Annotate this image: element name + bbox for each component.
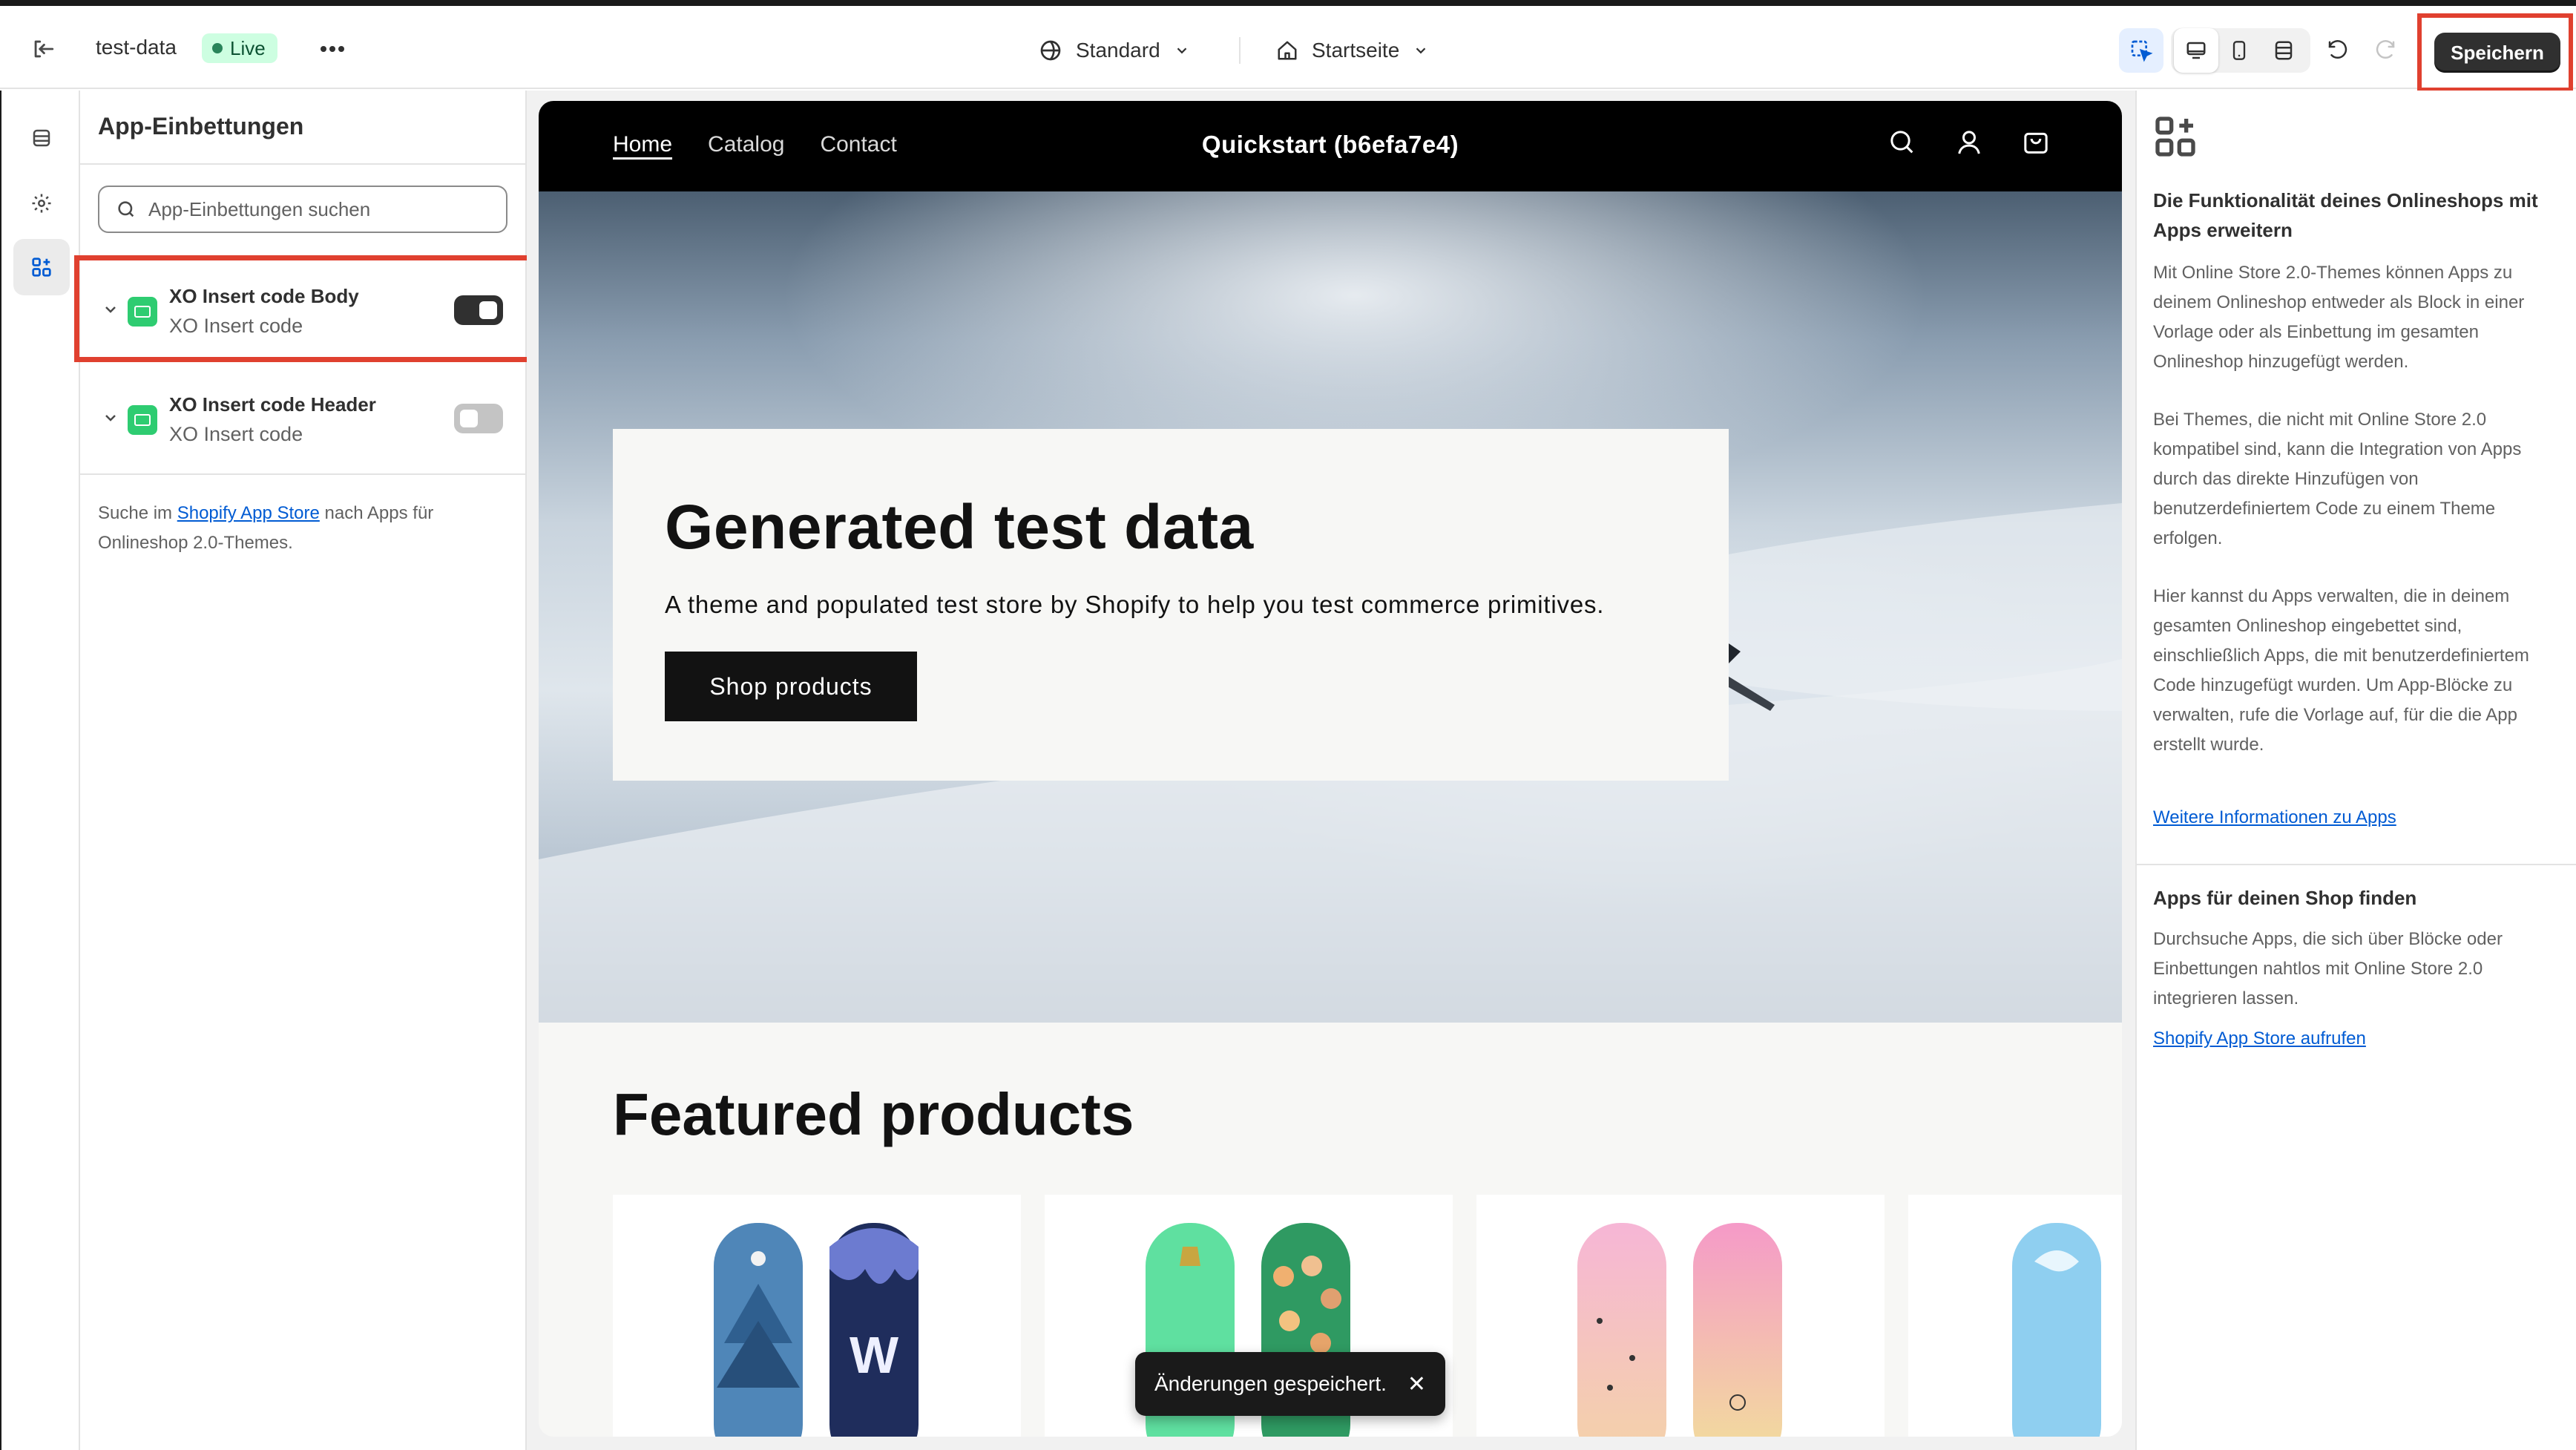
app-store-hint-prefix: Suche im	[98, 503, 177, 523]
app-embed-app-name: XO Insert code	[169, 423, 303, 445]
shop-products-button[interactable]: Shop products	[665, 652, 917, 721]
mobile-icon	[2232, 41, 2246, 60]
home-icon	[1278, 41, 1297, 60]
storefront-preview: Home Catalog Contact Quickstart (b6efa7e…	[539, 101, 2122, 1437]
saved-toast: Änderungen gespeichert. ✕	[1135, 1352, 1445, 1416]
gear-icon	[32, 194, 51, 213]
search-icon	[118, 201, 134, 217]
undo-icon	[2328, 40, 2347, 59]
globe-icon	[1040, 40, 1061, 61]
save-button[interactable]: Speichern	[2434, 33, 2560, 73]
topbar-divider	[1239, 37, 1241, 64]
sections-icon	[33, 129, 50, 147]
product-card[interactable]	[1476, 1195, 1885, 1437]
sections-nav-button[interactable]	[13, 110, 70, 166]
store-search-icon[interactable]	[1886, 126, 1919, 159]
left-icon-rail	[0, 91, 80, 1450]
info-heading: Die Funktionalität deines Onlineshops mi…	[2153, 189, 2538, 241]
app-embed-item[interactable]: XO Insert code Header XO Insert code	[80, 368, 527, 472]
snowboard-product-image: W	[714, 1223, 919, 1437]
apps-icon	[32, 257, 51, 277]
expand-toggle[interactable]	[98, 405, 123, 430]
chevron-down-icon	[1416, 47, 1426, 54]
theme-selector-label: Standard	[1076, 39, 1160, 62]
hero-banner: Generated test data A theme and populate…	[539, 191, 2122, 1023]
more-horizontal-icon	[321, 46, 344, 52]
more-actions-button[interactable]	[312, 31, 353, 67]
store-header-icons	[1886, 126, 2052, 159]
panel-divider	[80, 163, 527, 165]
snowboard-product-image	[2012, 1223, 2101, 1437]
toast-message: Änderungen gespeichert.	[1154, 1372, 1387, 1395]
panel-divider	[80, 473, 527, 475]
exit-icon	[34, 40, 54, 58]
toggle-knob	[460, 410, 478, 427]
live-dot-icon	[212, 43, 223, 53]
hero-title: Generated test data	[665, 492, 1254, 562]
chevron-down-icon	[105, 415, 116, 421]
app-embeds-search[interactable]	[98, 186, 507, 233]
hero-card: Generated test data A theme and populate…	[613, 429, 1729, 781]
app-logo-icon	[128, 405, 157, 435]
featured-products-title: Featured products	[613, 1081, 1134, 1147]
svg-text:W: W	[850, 1326, 898, 1384]
desktop-icon	[2186, 42, 2206, 59]
inspector-toggle-button[interactable]	[2119, 28, 2163, 73]
store-header: Home Catalog Contact Quickstart (b6efa7e…	[539, 101, 2122, 191]
theme-selector[interactable]: Standard	[1039, 30, 1190, 71]
apps-icon	[2155, 117, 2195, 157]
app-store-hint: Suche im Shopify App Store nach Apps für…	[98, 499, 513, 558]
embed-item-highlight	[74, 255, 533, 362]
page-selector-label: Startseite	[1312, 39, 1400, 62]
panel-title: App-Einbettungen	[98, 113, 304, 140]
undo-button[interactable]	[2315, 28, 2359, 73]
info-paragraph: Mit Online Store 2.0-Themes können Apps …	[2153, 263, 2525, 372]
app-embeds-nav-button[interactable]	[13, 239, 70, 295]
search-input[interactable]	[148, 197, 497, 221]
status-badge-label: Live	[230, 36, 266, 59]
desktop-view-button[interactable]	[2174, 28, 2218, 73]
app-embed-toggle[interactable]	[454, 404, 503, 433]
info-panel: Die Funktionalität deines Onlineshops mi…	[2135, 91, 2576, 1450]
product-card[interactable]	[1908, 1195, 2122, 1437]
fullscreen-view-button[interactable]	[2261, 28, 2306, 73]
learn-more-apps-link[interactable]: Weitere Informationen zu Apps	[2153, 807, 2396, 828]
close-icon[interactable]: ✕	[1407, 1371, 1426, 1397]
info-heading: Apps für deinen Shop finden	[2153, 887, 2417, 909]
chevron-down-icon	[1177, 47, 1186, 54]
status-badge: Live	[202, 33, 277, 63]
store-name: test-data	[96, 36, 177, 59]
editor-topbar: test-data Live Standard Startseite Speic…	[0, 6, 2576, 92]
account-icon[interactable]	[1953, 126, 1985, 159]
info-paragraph: Bei Themes, die nicht mit Online Store 2…	[2153, 410, 2522, 548]
info-divider	[2137, 864, 2576, 865]
layout-icon	[2275, 41, 2293, 60]
product-card[interactable]: W	[613, 1195, 1021, 1437]
theme-settings-nav-button[interactable]	[13, 175, 70, 232]
mobile-view-button[interactable]	[2217, 28, 2261, 73]
visit-app-store-link[interactable]: Shopify App Store aufrufen	[2153, 1029, 2366, 1049]
info-paragraph: Durchsuche Apps, die sich über Blöcke od…	[2153, 929, 2503, 1008]
app-embed-name: XO Insert code Header	[169, 393, 376, 416]
store-brand[interactable]: Quickstart (b6efa7e4)	[539, 131, 2122, 159]
snowboard-product-image	[1577, 1223, 1782, 1437]
shopify-app-store-link[interactable]: Shopify App Store	[177, 503, 320, 523]
page-selector[interactable]: Startseite	[1276, 30, 1429, 71]
exit-editor-button[interactable]	[22, 28, 64, 70]
redo-button[interactable]	[2364, 28, 2408, 73]
cursor-select-icon	[2131, 40, 2153, 62]
redo-icon	[2376, 40, 2395, 59]
hero-text: A theme and populated test store by Shop…	[665, 591, 1605, 618]
cart-icon[interactable]	[2020, 126, 2052, 159]
window-top-strip	[0, 0, 2576, 6]
info-paragraph: Hier kannst du Apps verwalten, die in de…	[2153, 586, 2529, 755]
